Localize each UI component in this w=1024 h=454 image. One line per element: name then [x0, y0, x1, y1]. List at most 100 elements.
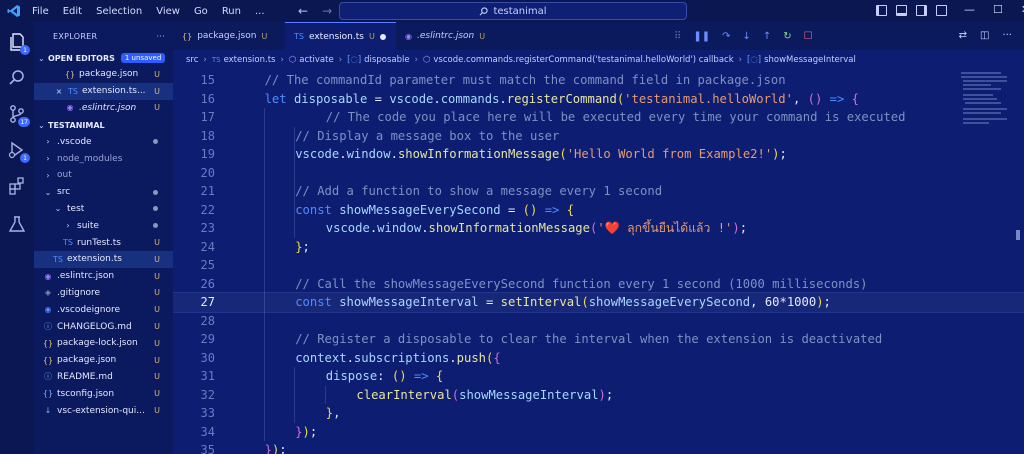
- code-token: vscode: [389, 91, 434, 106]
- command-center-search[interactable]: testanimal: [339, 2, 687, 20]
- file-tree-item[interactable]: › out: [34, 167, 173, 184]
- extensions-icon[interactable]: [7, 176, 27, 196]
- open-changes-icon[interactable]: ⇄: [959, 30, 967, 42]
- close-icon[interactable]: ×: [54, 87, 64, 96]
- stop-icon[interactable]: ☐: [804, 31, 813, 42]
- code-editor[interactable]: 15 // The commandId parameter must match …: [173, 70, 1024, 454]
- file-tree-item[interactable]: {} package-lock.json U: [34, 335, 173, 352]
- file-tree-item[interactable]: › .vscode: [34, 133, 173, 150]
- git-status-badge: U: [154, 305, 160, 315]
- editor-tab[interactable]: {} package.json U: [173, 22, 285, 50]
- vertical-scrollbar[interactable]: [1016, 70, 1020, 454]
- source-control-icon[interactable]: 17: [7, 104, 30, 127]
- menu-file[interactable]: File: [32, 6, 49, 17]
- file-tree-item[interactable]: TS runTest.ts U: [34, 234, 173, 251]
- file-type-icon: TS: [63, 238, 73, 248]
- file-tree-label: out: [57, 170, 72, 181]
- minimize-button[interactable]: —: [964, 4, 975, 16]
- code-line: 24};: [173, 238, 1024, 257]
- file-tree-item[interactable]: ◉ .vscodeignore U: [34, 301, 173, 318]
- debug-grip-icon[interactable]: ⠿: [674, 31, 681, 42]
- open-editors-header[interactable]: ⌄ OPEN EDITORS 1 unsaved: [34, 50, 173, 66]
- maximize-button[interactable]: ☐: [993, 4, 1003, 16]
- back-arrow-icon[interactable]: ←: [298, 3, 308, 19]
- activity-bar: 1 17 1: [0, 22, 34, 454]
- ts-file-icon: TS: [211, 56, 221, 64]
- customize-layout-icon[interactable]: [936, 4, 947, 16]
- breadcrumb-activate[interactable]: activate: [299, 55, 333, 65]
- open-editors-list: {} package.json U × TS extension.ts... U ◉ .esli…: [34, 66, 173, 116]
- line-number: 28: [200, 313, 215, 328]
- restart-icon[interactable]: ↻: [783, 31, 791, 42]
- toggle-panel-icon[interactable]: [896, 4, 907, 16]
- line-code: context.subscriptions.push({: [295, 351, 501, 365]
- breadcrumb-interval[interactable]: showMessageInterval: [764, 55, 856, 65]
- file-tree-item[interactable]: ◈ .gitignore U: [34, 285, 173, 302]
- unsaved-dot-icon[interactable]: [379, 33, 386, 40]
- explorer-icon[interactable]: 1: [7, 32, 30, 55]
- code-token: .: [339, 147, 347, 162]
- breadcrumb-disposable[interactable]: disposable: [364, 55, 409, 65]
- run-debug-icon[interactable]: 1: [7, 140, 30, 163]
- file-tree-item[interactable]: › node_modules: [34, 150, 173, 167]
- open-editor-item[interactable]: × TS extension.ts... U: [34, 82, 173, 100]
- menu-selection[interactable]: Selection: [96, 6, 142, 17]
- open-editor-label: .eslintrc.json: [79, 102, 137, 113]
- breadcrumb-callback[interactable]: vscode.commands.registerCommand('testani…: [433, 55, 733, 65]
- testing-flask-icon[interactable]: [7, 214, 27, 234]
- split-editor-icon[interactable]: ◫: [980, 30, 989, 42]
- code-token: ;: [779, 147, 787, 162]
- toggle-primary-sidebar-icon[interactable]: [876, 4, 887, 16]
- file-tree-label: vsc-extension-qui...: [57, 405, 145, 416]
- search-view-icon[interactable]: [7, 68, 27, 88]
- editor-tab[interactable]: ◉ .eslintrc.json U: [396, 22, 502, 50]
- step-over-icon[interactable]: ↷: [722, 31, 730, 42]
- source-control-badge: 17: [18, 117, 30, 127]
- menu-more[interactable]: ...: [255, 6, 265, 17]
- file-tree-item[interactable]: ◉ .eslintrc.json U: [34, 268, 173, 285]
- line-number: 23: [200, 221, 215, 236]
- breadcrumb-file[interactable]: extension.ts: [224, 55, 276, 65]
- forward-arrow-icon[interactable]: →: [322, 3, 332, 19]
- menu-run[interactable]: Run: [222, 6, 241, 17]
- menu-view[interactable]: View: [156, 6, 180, 17]
- code-token: // Add a function to show a message ever…: [295, 184, 663, 199]
- minimap[interactable]: [959, 70, 1011, 130]
- folder-chevron-icon: ⌄: [54, 204, 62, 214]
- file-tree-item[interactable]: ↓ vsc-extension-qui... U: [34, 402, 173, 419]
- open-editor-item[interactable]: ◉ .eslintrc.json U: [34, 100, 173, 117]
- toggle-secondary-sidebar-icon[interactable]: [916, 4, 927, 16]
- explorer-header: EXPLORER ···: [34, 22, 173, 50]
- menu-edit[interactable]: Edit: [63, 6, 82, 17]
- modified-dot-icon: [153, 139, 158, 145]
- breadcrumb-src[interactable]: src: [186, 55, 198, 65]
- code-token: (: [581, 295, 589, 310]
- open-editor-item[interactable]: {} package.json U: [34, 66, 173, 83]
- file-tree-item[interactable]: TS extension.ts U: [34, 250, 173, 268]
- code-token: dispose: [325, 369, 378, 384]
- menu-go[interactable]: Go: [194, 6, 208, 17]
- line-number: 20: [200, 165, 215, 180]
- project-folder-header[interactable]: ⌄ TESTANIMAL: [34, 117, 173, 133]
- step-out-icon[interactable]: ↑: [763, 31, 771, 42]
- git-status-badge: U: [154, 271, 160, 281]
- folder-chevron-icon: ⌄: [44, 187, 52, 197]
- editor-tab[interactable]: TS extension.ts U: [285, 22, 396, 50]
- more-actions-icon[interactable]: ···: [1002, 30, 1012, 42]
- step-into-icon[interactable]: ↓: [742, 31, 750, 42]
- file-tree-item[interactable]: ⓘ README.md U: [34, 369, 173, 386]
- code-token: vscode: [295, 147, 340, 162]
- file-tree-item[interactable]: ⓘ CHANGELOG.md U: [34, 318, 173, 335]
- file-tree-item[interactable]: {} package.json U: [34, 352, 173, 369]
- code-token: }: [295, 239, 303, 254]
- explorer-more-actions[interactable]: ···: [156, 32, 165, 41]
- file-tree-item[interactable]: ⌄ test: [34, 201, 173, 218]
- code-token: =: [500, 202, 523, 217]
- code-token: ): [816, 295, 824, 310]
- unsaved-badge: 1 unsaved: [120, 53, 166, 63]
- file-tree-item[interactable]: ⌄ src: [34, 184, 173, 201]
- pause-icon[interactable]: ❚❚: [693, 31, 710, 42]
- code-token: const: [295, 295, 340, 310]
- file-tree-item[interactable]: {} tsconfig.json U: [34, 385, 173, 402]
- file-tree-item[interactable]: › suite: [34, 217, 173, 234]
